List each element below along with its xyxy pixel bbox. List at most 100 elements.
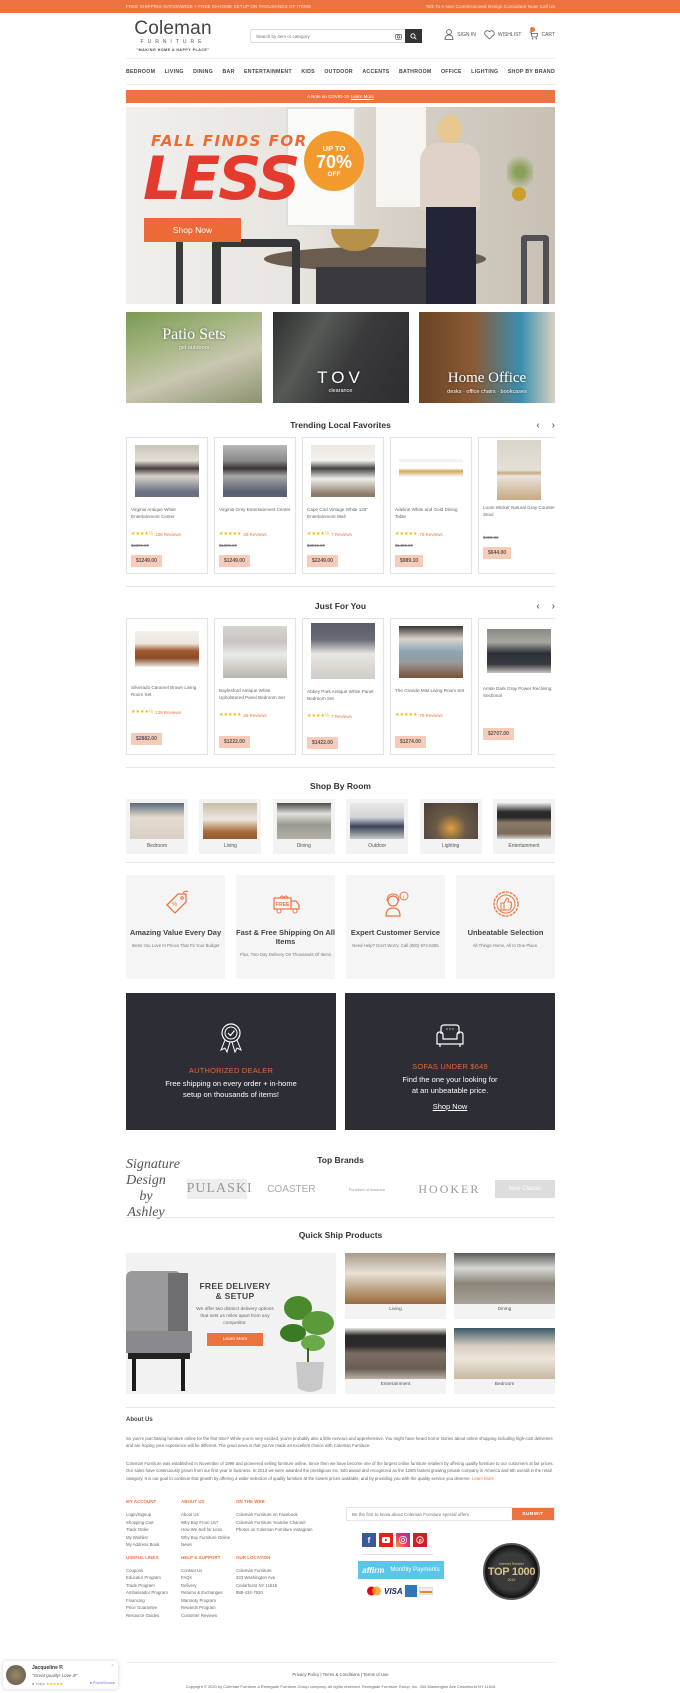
- pinterest-icon[interactable]: p: [413, 1533, 427, 1548]
- hero-shop-now-button[interactable]: Shop Now: [144, 218, 241, 242]
- nav-entertainment[interactable]: ENTERTAINMENT: [244, 69, 292, 75]
- logo[interactable]: Coleman FURNITURE "MAKING HOME A HAPPY P…: [123, 19, 223, 52]
- brand-logo-coaster[interactable]: COASTER: [267, 1184, 315, 1195]
- facebook-icon[interactable]: f: [362, 1533, 376, 1548]
- design-consultant-link[interactable]: Talk To A Non-Commissioned Design Consul…: [426, 4, 555, 9]
- footer-link[interactable]: Track Order: [126, 1527, 149, 1532]
- footer-link[interactable]: My Address Book: [126, 1542, 159, 1547]
- sofas-shop-now-link[interactable]: Shop Now: [433, 1101, 468, 1112]
- search-input[interactable]: [251, 33, 393, 39]
- nav-outdoor[interactable]: OUTDOOR: [324, 69, 353, 75]
- review-count-link[interactable]: 79 Reviews: [419, 532, 442, 537]
- quick-ship-living[interactable]: Living: [345, 1253, 446, 1319]
- footer-link[interactable]: Rewards Program: [181, 1605, 216, 1610]
- footer-link[interactable]: Login/Signup: [126, 1512, 151, 1517]
- brand-logo-signature-ashley[interactable]: Signature Design by Ashley: [126, 1157, 180, 1221]
- hero-banner[interactable]: FALL FINDS FOR LESS UP TO 70% OFF Shop N…: [126, 107, 555, 304]
- youtube-icon[interactable]: [379, 1533, 393, 1548]
- quick-ship-entertainment[interactable]: Entertainment: [345, 1327, 446, 1394]
- promo-patio-sets[interactable]: Patio Sets get outdoors: [126, 312, 262, 403]
- social-proof-popup[interactable]: Jacqueline P. "Great quality! Love it!" …: [3, 1661, 118, 1689]
- nav-dining[interactable]: DINING: [193, 69, 213, 75]
- footer-link[interactable]: Contact Us: [181, 1568, 202, 1573]
- product-card[interactable]: Adeline White and Gold Dining Table ★★★★…: [390, 437, 472, 574]
- footer-link[interactable]: FAQs: [181, 1575, 192, 1580]
- room-tile-entertainment[interactable]: Entertainment: [492, 799, 555, 854]
- instagram-icon[interactable]: [396, 1533, 410, 1548]
- brand-logo-furniture-of-america[interactable]: Furniture of America: [336, 1187, 398, 1192]
- nav-bar[interactable]: BAR: [222, 69, 234, 75]
- free-delivery-learn-more-button[interactable]: Learn More: [206, 1333, 264, 1346]
- footer-link[interactable]: Price Guarantee: [126, 1605, 157, 1610]
- product-card[interactable]: Baylesford Antique White Upholstered Pan…: [214, 618, 296, 755]
- nav-office[interactable]: OFFICE: [441, 69, 462, 75]
- footer-link[interactable]: News: [181, 1542, 192, 1547]
- review-count-link[interactable]: 7 Reviews: [331, 532, 352, 537]
- product-card[interactable]: Silverado Caramel Brown Living Room Set …: [126, 618, 208, 755]
- review-count-link[interactable]: 79 Reviews: [419, 713, 442, 718]
- footer-link[interactable]: My Wishlist: [126, 1535, 148, 1540]
- room-tile-bedroom[interactable]: Bedroom: [126, 799, 188, 854]
- room-tile-living[interactable]: Living: [199, 799, 262, 854]
- brand-logo-pulaski[interactable]: PULASKI: [186, 1179, 252, 1199]
- footer-link[interactable]: Educator Program: [126, 1575, 161, 1580]
- footer-link[interactable]: How We Sell for Less: [181, 1527, 222, 1532]
- close-popup-icon[interactable]: ×: [111, 1663, 114, 1669]
- footer-link[interactable]: Customer Reviews: [181, 1613, 217, 1618]
- footer-link[interactable]: Financing: [126, 1598, 145, 1603]
- quick-ship-dining[interactable]: Dining: [454, 1253, 555, 1319]
- footer-link[interactable]: Coupons: [126, 1568, 143, 1573]
- promo-home-office[interactable]: Home Office desks · office chairs · book…: [419, 312, 555, 403]
- brand-logo-new-classic[interactable]: New Classic: [494, 1180, 555, 1198]
- footer-link[interactable]: Photos on Coleman Furniture Instagram: [236, 1527, 312, 1532]
- search-button[interactable]: [405, 29, 422, 43]
- review-count-link[interactable]: 138 Reviews: [155, 710, 181, 715]
- sign-in-link[interactable]: SIGN IN: [444, 29, 476, 40]
- footer-link[interactable]: About Us: [181, 1512, 199, 1517]
- covid-learn-more-link[interactable]: Learn More: [351, 94, 374, 99]
- cart-link[interactable]: CART: [529, 26, 555, 40]
- footer-link[interactable]: Returns & Exchanges: [181, 1590, 223, 1595]
- footer-link[interactable]: Delivery: [181, 1583, 197, 1588]
- nav-kids[interactable]: KIDS: [301, 69, 315, 75]
- room-tile-outdoor[interactable]: Outdoor: [346, 799, 409, 854]
- product-card[interactable]: The Grande Mist Living Room Set ★★★★★ 79 …: [390, 618, 472, 755]
- review-count-link[interactable]: 138 Reviews: [155, 532, 181, 537]
- footer-link[interactable]: Coleman Furniture Youtube Channel: [236, 1520, 306, 1525]
- trending-next-arrow-icon[interactable]: ›: [552, 420, 555, 431]
- about-learn-more-link[interactable]: Learn More: [472, 1476, 494, 1481]
- jfy-next-arrow-icon[interactable]: ›: [552, 601, 555, 612]
- wishlist-link[interactable]: WISHLIST: [484, 29, 521, 40]
- product-card[interactable]: Loom Wicker Natural Gray Counter Stool $…: [478, 437, 555, 574]
- footer-link[interactable]: Warranty Program: [181, 1598, 216, 1603]
- nav-living[interactable]: LIVING: [165, 69, 184, 75]
- product-card[interactable]: Amite Dark Gray Power Reclining Sectiona…: [478, 618, 555, 755]
- footer-link[interactable]: Why Buy Furniture Online: [181, 1535, 230, 1540]
- affirm-monthly-payments-banner[interactable]: affirm Monthly Payments: [358, 1561, 444, 1580]
- footer-link[interactable]: Resource Guides: [126, 1613, 159, 1618]
- legal-links[interactable]: Privacy Policy | Terms & Conditions | Te…: [126, 1672, 555, 1677]
- room-tile-lighting[interactable]: Lighting: [419, 799, 482, 854]
- review-count-link[interactable]: 29 Reviews: [243, 713, 266, 718]
- promo-tov-clearance[interactable]: TOV clearance: [272, 312, 409, 403]
- nav-lighting[interactable]: LIGHTING: [471, 69, 498, 75]
- nav-bedroom[interactable]: BEDROOM: [126, 69, 155, 75]
- product-card[interactable]: Abbey Park Antique White Panel Bedroom S…: [302, 618, 384, 755]
- newsletter-email-input[interactable]: [347, 1508, 512, 1521]
- product-card[interactable]: Cape Cod Vintage White 126" Entertainmen…: [302, 437, 384, 574]
- jfy-prev-arrow-icon[interactable]: ‹: [536, 601, 539, 612]
- nav-bathroom[interactable]: BATHROOM: [399, 69, 432, 75]
- footer-link[interactable]: Why Buy From Us?: [181, 1520, 218, 1525]
- footer-link[interactable]: Shopping Cart: [126, 1520, 153, 1525]
- trending-prev-arrow-icon[interactable]: ‹: [536, 420, 539, 431]
- camera-search-icon[interactable]: [393, 31, 403, 41]
- review-count-link[interactable]: 29 Reviews: [243, 532, 266, 537]
- room-tile-dining[interactable]: Dining: [272, 799, 335, 854]
- nav-shop-by-brand[interactable]: SHOP BY BRAND: [508, 69, 555, 75]
- footer-link[interactable]: Trade Program: [126, 1583, 155, 1588]
- newsletter-submit-button[interactable]: SUBMIT: [512, 1508, 554, 1521]
- product-card[interactable]: Virginia Antique White Entertainment Cen…: [126, 437, 208, 574]
- brand-logo-hooker[interactable]: HOOKER: [418, 1182, 478, 1197]
- product-card[interactable]: Virginia Grey Entertainment Center ★★★★★…: [214, 437, 296, 574]
- footer-link[interactable]: Ambassador Program: [126, 1590, 168, 1595]
